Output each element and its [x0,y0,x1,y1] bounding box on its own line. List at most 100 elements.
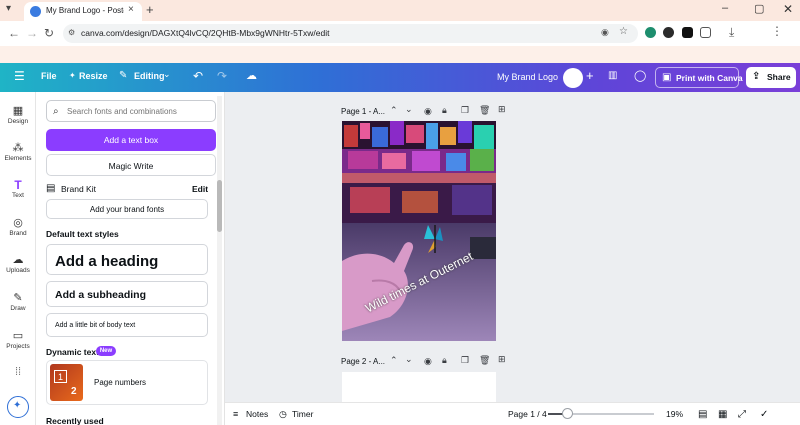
new-tab-button[interactable]: + [146,2,154,17]
add-page-icon[interactable]: ⊞ [498,354,506,365]
page-1-poster[interactable]: Wild times at Outernet [342,121,496,341]
window-close-button[interactable]: ✕ [783,2,793,16]
redo-icon[interactable]: ↷ [217,69,227,83]
lock-icon[interactable]: 🔒︎ [442,355,447,366]
thumb-number-1: 1 [54,370,67,383]
timer-button[interactable]: Timer [292,409,313,419]
site-info-icon[interactable]: ⚙ [68,28,75,37]
design-title[interactable]: My Brand Logo [497,72,558,82]
extension-black-icon[interactable] [682,27,693,38]
brand-kit-edit-link[interactable]: Edit [192,184,208,194]
chevron-down-icon[interactable]: ⌄ [405,354,413,365]
rail-item-design[interactable]: ▦ Design [0,104,36,140]
heading-sample: Add a heading [55,253,159,270]
body-text-style-card[interactable]: Add a little bit of body text [46,313,208,337]
eye-icon[interactable]: ◉ [424,356,432,367]
add-collaborator-icon[interactable]: + [586,68,594,83]
rail-label: Projects [6,343,30,350]
tab-search-icon[interactable]: ▾ [6,3,11,14]
user-avatar[interactable] [563,68,583,88]
extensions-puzzle-icon[interactable] [700,27,711,38]
page-numbers-thumbnail: 1 2 [50,364,83,401]
delete-icon[interactable]: 🗑︎ [479,105,490,116]
print-with-canva-button[interactable]: ▣ Print with Canva [655,67,743,88]
editing-mode-button[interactable]: Editing [134,71,165,81]
rail-item-brand[interactable]: ◎ Brand [0,216,36,252]
chevron-up-icon[interactable]: ⌃ [390,105,398,116]
file-menu[interactable]: File [41,71,57,81]
magic-assistant-button[interactable]: ✦ [7,396,29,418]
bookmark-star-icon[interactable]: ☆ [619,26,628,37]
editor-header: ☰ File ✦ Resize ✎ Editing ⌄ ↶ ↷ ☁ My Bra… [0,63,800,92]
browser-menu-icon[interactable]: ⋮ [771,24,783,38]
resize-button[interactable]: Resize [79,71,108,81]
body-text-sample: Add a little bit of body text [55,322,136,329]
address-bar[interactable]: ⚙ canva.com/design/DAGXtQ4lvCQ/2QHtB-Mbx… [63,24,638,43]
rail-label: Uploads [6,267,30,274]
lock-icon[interactable]: 🔒︎ [442,105,447,116]
analytics-icon[interactable]: ▥ [608,70,617,81]
eye-off-icon[interactable]: ◉ [601,27,609,38]
rail-item-uploads[interactable]: ☁ Uploads [0,253,36,289]
forward-arrow-icon[interactable]: → [26,26,38,40]
rail-item-projects[interactable]: ▭ Projects [0,329,36,365]
panel-scrollbar[interactable] [217,96,222,425]
cloud-sync-icon[interactable]: ☁ [246,69,257,82]
notes-button[interactable]: Notes [246,409,268,419]
magic-write-button[interactable]: Magic Write [46,154,216,176]
rail-item-apps[interactable]: ⁞⁞ [0,366,36,382]
back-arrow-icon[interactable]: ← [8,26,20,40]
comment-icon[interactable]: ◯ [634,69,646,82]
share-button[interactable]: ⇪ Share [746,67,796,88]
tab-close-icon[interactable]: × [128,4,134,15]
page-numbers-card[interactable]: 1 2 Page numbers [46,360,208,405]
rail-label: Text [12,192,24,199]
chevron-up-icon[interactable]: ⌃ [390,355,398,366]
undo-icon[interactable]: ↶ [193,69,203,83]
grid-view-icon[interactable]: ▦ [718,409,727,420]
duplicate-icon[interactable]: ❐ [461,355,469,366]
browser-tab[interactable]: My Brand Logo - Poster - Canva × [24,2,142,21]
heading-style-card[interactable]: Add a heading [46,244,208,275]
duplicate-icon[interactable]: ❐ [461,105,469,116]
window-maximize-button[interactable]: ▢ [754,2,764,15]
bottom-bar: ≡ Notes ◷ Timer Page 1 / 4 19% ▤ ▦ ⤢ ✓ [225,402,800,425]
draw-icon: ✎ [13,292,23,304]
hamburger-menu-icon[interactable]: ☰ [14,69,25,83]
window-minimize-button[interactable]: – [722,2,728,14]
add-page-icon[interactable]: ⊞ [498,104,506,115]
rail-item-draw[interactable]: ✎ Draw [0,291,36,327]
add-text-box-button[interactable]: Add a text box [46,129,216,151]
download-icon[interactable]: ⤓ [729,25,734,40]
page-2-poster[interactable] [342,372,496,405]
pages-view-icon[interactable]: ▤ [698,409,707,420]
fullscreen-icon[interactable]: ⤢ [738,409,746,420]
zoom-slider-handle[interactable] [562,408,574,419]
help-check-icon[interactable]: ✓ [760,409,768,420]
zoom-percentage[interactable]: 19% [666,409,683,419]
rail-item-text[interactable]: T Text [0,178,36,214]
extension-green-icon[interactable] [645,27,656,38]
delete-icon[interactable]: 🗑︎ [479,355,490,366]
extension-dark-icon[interactable] [663,27,674,38]
panel-scrollbar-thumb[interactable] [217,180,222,232]
left-rail: ▦ Design ⁂ Elements T Text ◎ Brand ☁ Upl… [0,92,36,425]
font-search-input[interactable] [67,104,212,119]
add-brand-fonts-button[interactable]: Add your brand fonts [46,199,208,219]
font-search-box[interactable]: ⌕ [46,100,216,122]
notes-icon: ≡ [233,409,239,419]
chevron-down-icon[interactable]: ⌄ [405,104,413,115]
rail-item-elements[interactable]: ⁂ Elements [0,141,36,177]
resize-sparkle-icon: ✦ [69,71,76,80]
reload-icon[interactable]: ↻ [44,26,54,40]
eye-icon[interactable]: ◉ [424,106,432,117]
pencil-icon: ✎ [119,70,128,81]
subheading-style-card[interactable]: Add a subheading [46,281,208,307]
page-indicator[interactable]: Page 1 / 4 [508,409,547,419]
page-2-title[interactable]: Page 2 - A... [341,357,385,366]
recently-used-heading: Recently used [46,416,104,425]
uploads-icon: ☁ [12,254,24,266]
projects-icon: ▭ [12,330,24,342]
page-1-title[interactable]: Page 1 - A... [341,107,385,116]
chevron-down-icon[interactable]: ⌄ [163,69,171,80]
